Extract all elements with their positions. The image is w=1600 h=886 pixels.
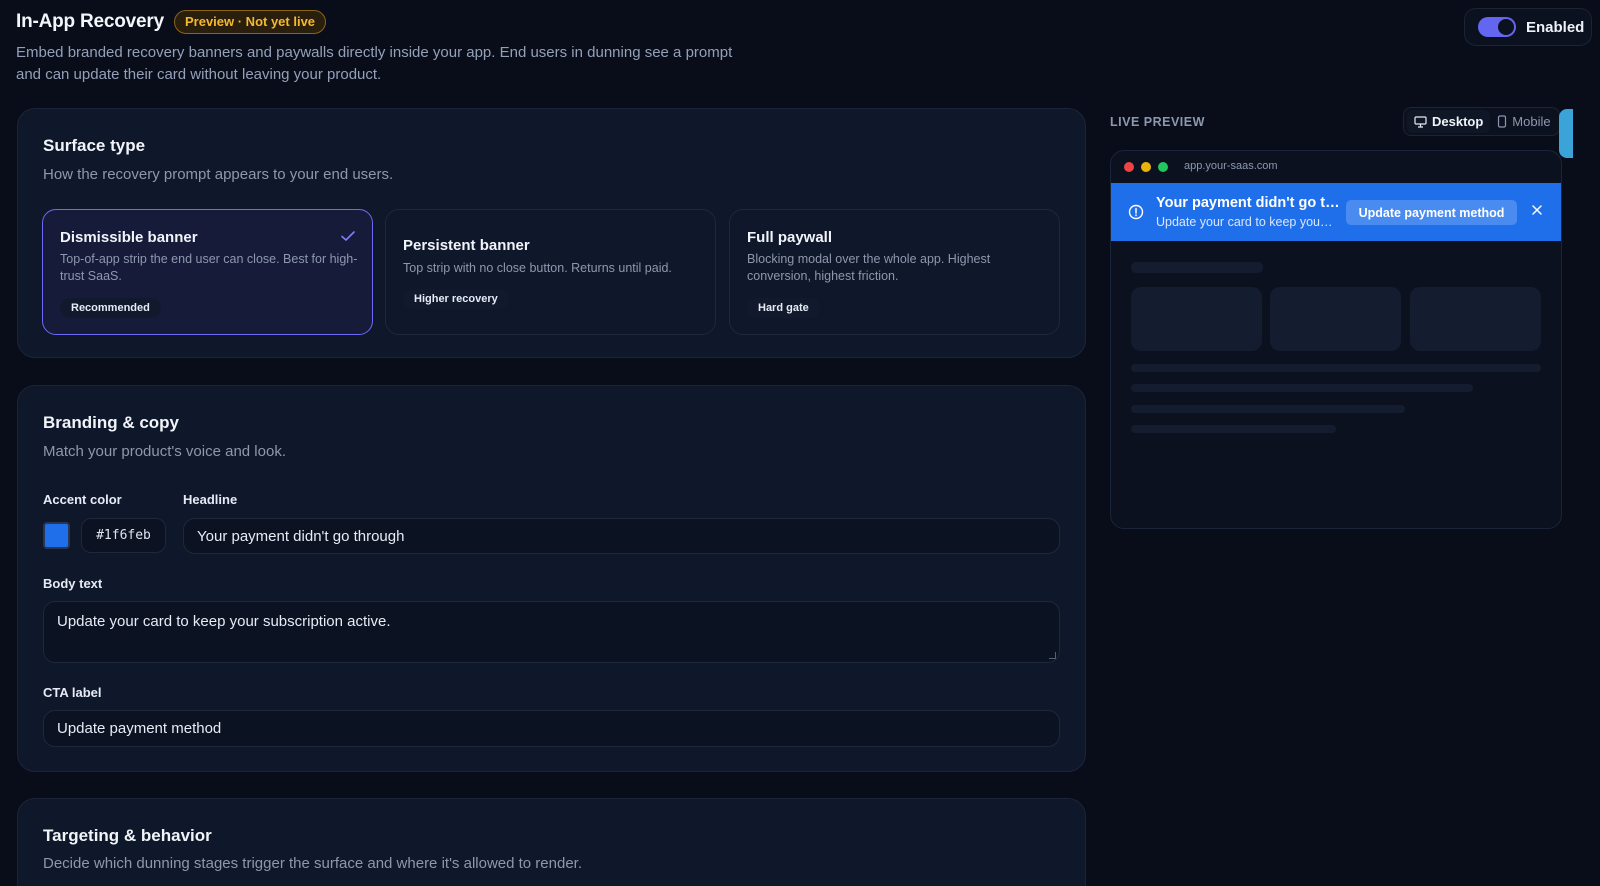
smartphone-icon [1498, 115, 1507, 128]
toggle-label: Enabled [1526, 18, 1585, 36]
option-persistent-banner[interactable]: Persistent banner Top strip with no clos… [385, 209, 716, 335]
preview-banner: Your payment didn't go through Update yo… [1111, 183, 1561, 241]
preview-browser-frame: app.your-saas.com Your payment didn't go… [1110, 150, 1562, 529]
preview-banner-headline: Your payment didn't go through [1156, 195, 1341, 211]
option-tag: Hard gate [747, 298, 820, 318]
option-title: Dismissible banner [60, 229, 198, 246]
accent-color-input[interactable]: #1f6feb [81, 518, 166, 553]
option-title: Full paywall [747, 229, 833, 246]
option-description: Blocking modal over the whole app. Highe… [747, 252, 991, 283]
close-icon[interactable] [1531, 204, 1543, 216]
skeleton-line [1131, 262, 1263, 273]
device-desktop-button[interactable]: Desktop [1407, 110, 1491, 133]
maximize-dot-icon [1158, 162, 1168, 172]
page-header: In-App Recovery Preview · Not yet live E… [16, 10, 776, 86]
window-controls [1124, 162, 1168, 172]
accent-color-label: Accent color [43, 492, 122, 507]
option-title: Persistent banner [403, 237, 530, 254]
skeleton-card [1131, 287, 1262, 351]
accent-color-swatch[interactable] [43, 522, 70, 549]
option-dismissible-banner[interactable]: Dismissible banner Top-of-app strip the … [42, 209, 373, 335]
card-subtitle: Decide which dunning stages trigger the … [43, 855, 583, 872]
status-badge: Preview · Not yet live [173, 10, 327, 34]
live-preview-label: LIVE PREVIEW [1110, 115, 1205, 129]
option-tag: Recommended [60, 298, 161, 318]
cta-label-input[interactable]: Update payment method [43, 710, 1060, 747]
body-text-label: Body text [43, 576, 103, 591]
preview-banner-body: Update your card to keep your subscripti… [1156, 215, 1336, 229]
device-mobile-label: Mobile [1512, 114, 1551, 129]
title-row: In-App Recovery Preview · Not yet live [16, 10, 776, 34]
info-icon [1128, 204, 1144, 220]
option-full-paywall[interactable]: Full paywall Blocking modal over the who… [729, 209, 1060, 335]
headline-input[interactable]: Your payment didn't go through [183, 518, 1060, 554]
body-text-value: Update your card to keep your subscripti… [57, 613, 391, 630]
card-title: Targeting & behavior [43, 826, 212, 845]
card-subtitle: Match your product's voice and look. [43, 443, 286, 460]
device-desktop-label: Desktop [1432, 114, 1484, 129]
skeleton-line [1131, 405, 1405, 413]
page-description: Embed branded recovery banners and paywa… [16, 44, 733, 83]
option-description: Top-of-app strip the end user can close.… [60, 252, 358, 283]
option-tag: Higher recovery [403, 289, 509, 309]
card-title: Surface type [43, 136, 146, 155]
page-title: In-App Recovery [16, 11, 164, 32]
preview-url: app.your-saas.com [1184, 160, 1278, 172]
resize-handle[interactable] [1049, 652, 1056, 659]
body-text-input[interactable]: Update your card to keep your subscripti… [43, 601, 1060, 663]
close-dot-icon [1124, 162, 1134, 172]
surface-type-card: Surface type How the recovery prompt app… [17, 108, 1086, 358]
branding-card: Branding & copy Match your product's voi… [17, 385, 1086, 772]
targeting-card: Targeting & behavior Decide which dunnin… [17, 798, 1086, 886]
side-panel-handle[interactable] [1559, 109, 1573, 158]
skeleton-card [1270, 287, 1401, 351]
monitor-icon [1414, 115, 1427, 128]
cta-label-label: CTA label [43, 685, 102, 700]
skeleton-line [1131, 425, 1336, 433]
skeleton-line [1131, 384, 1473, 392]
skeleton-card [1410, 287, 1541, 351]
card-title: Branding & copy [43, 413, 180, 432]
device-switch: Desktop Mobile [1403, 107, 1560, 136]
preview-cta-button[interactable]: Update payment method [1346, 200, 1517, 225]
enabled-toggle[interactable]: Enabled [1464, 8, 1592, 46]
headline-label: Headline [183, 492, 238, 507]
skeleton-line [1131, 364, 1541, 372]
toggle-switch[interactable] [1478, 17, 1516, 37]
toggle-knob [1498, 19, 1514, 35]
check-icon [341, 231, 355, 241]
minimize-dot-icon [1141, 162, 1151, 172]
option-description: Top strip with no close button. Returns … [403, 261, 672, 275]
card-subtitle: How the recovery prompt appears to your … [43, 166, 394, 183]
device-mobile-button[interactable]: Mobile [1490, 110, 1557, 133]
